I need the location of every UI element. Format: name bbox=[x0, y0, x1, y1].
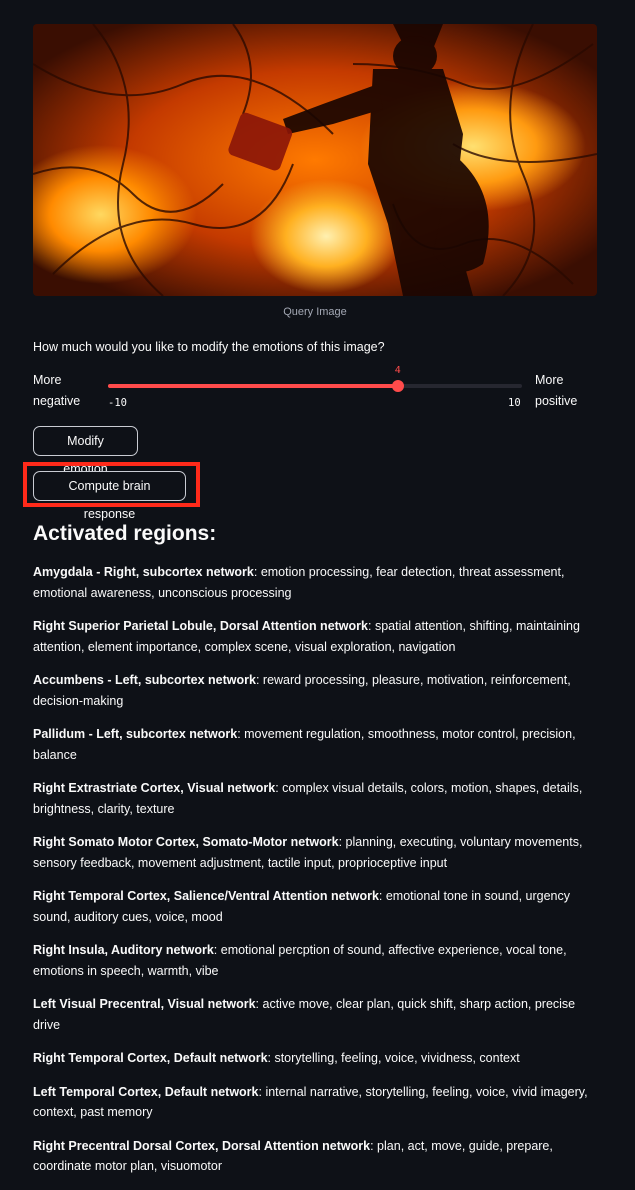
region-item: Right Insula, Auditory network: emotiona… bbox=[33, 940, 599, 981]
region-item: Amygdala - Right, subcortex network: emo… bbox=[33, 562, 599, 603]
slider-thumb[interactable] bbox=[391, 380, 404, 392]
region-name: Right Temporal Cortex, Salience/Ventral … bbox=[33, 889, 379, 903]
image-caption: Query Image bbox=[283, 306, 347, 318]
firefighter-silhouette bbox=[33, 24, 597, 296]
region-item: Left Visual Precentral, Visual network: … bbox=[33, 994, 599, 1035]
regions-list: Amygdala - Right, subcortex network: emo… bbox=[33, 562, 599, 1190]
region-item: Accumbens - Left, subcortex network: rew… bbox=[33, 670, 599, 711]
slider-max-label: 10 bbox=[508, 397, 521, 409]
modify-emotion-button[interactable]: Modify emotion bbox=[33, 426, 138, 476]
query-image bbox=[33, 24, 597, 296]
slider-value-label: 4 bbox=[394, 365, 401, 376]
slider-min-label: -10 bbox=[108, 397, 127, 409]
region-item: Right Temporal Cortex, Salience/Ventral … bbox=[33, 886, 599, 927]
region-item: Pallidum - Left, subcortex network: move… bbox=[33, 724, 599, 765]
region-description: : storytelling, feeling, voice, vividnes… bbox=[267, 1051, 520, 1065]
region-item: Left Temporal Cortex, Default network: i… bbox=[33, 1082, 599, 1123]
region-name: Right Superior Parietal Lobule, Dorsal A… bbox=[33, 619, 368, 633]
region-item: Right Precentral Dorsal Cortex, Dorsal A… bbox=[33, 1136, 599, 1177]
region-item: Right Somato Motor Cortex, Somato-Motor … bbox=[33, 832, 599, 873]
region-name: Amygdala - Right, subcortex network bbox=[33, 565, 254, 579]
slider-left-label-line2: negative bbox=[33, 394, 81, 408]
activated-regions-heading: Activated regions: bbox=[33, 522, 217, 545]
slider-right-label: More positive bbox=[535, 370, 577, 412]
region-name: Accumbens - Left, subcortex network bbox=[33, 673, 256, 687]
slider-right-label-line1: More bbox=[535, 373, 564, 387]
region-item: Right Temporal Cortex, Default network: … bbox=[33, 1048, 599, 1069]
region-name: Left Visual Precentral, Visual network bbox=[33, 997, 256, 1011]
region-name: Right Somato Motor Cortex, Somato-Motor … bbox=[33, 835, 339, 849]
compute-brain-response-button[interactable]: Compute brain response bbox=[33, 471, 186, 521]
region-name: Right Temporal Cortex, Default network bbox=[33, 1051, 268, 1065]
region-name: Left Temporal Cortex, Default network bbox=[33, 1084, 259, 1099]
region-name: Right Extrastriate Cortex, Visual networ… bbox=[33, 781, 276, 795]
region-name: Pallidum - Left, subcortex network bbox=[33, 727, 238, 741]
slider-fill bbox=[108, 384, 398, 388]
region-name: Right Insula, Auditory network bbox=[33, 943, 214, 957]
region-name: Right Precentral Dorsal Cortex, Dorsal A… bbox=[33, 1138, 371, 1153]
emotion-slider[interactable]: 4 bbox=[108, 365, 522, 392]
modify-question: How much would you like to modify the em… bbox=[33, 340, 385, 354]
slider-right-label-line2: positive bbox=[535, 394, 578, 408]
region-item: Right Extrastriate Cortex, Visual networ… bbox=[33, 778, 599, 819]
slider-left-label-line1: More bbox=[33, 373, 62, 387]
slider-left-label: More negative bbox=[33, 370, 80, 412]
region-item: Right Superior Parietal Lobule, Dorsal A… bbox=[33, 616, 599, 657]
